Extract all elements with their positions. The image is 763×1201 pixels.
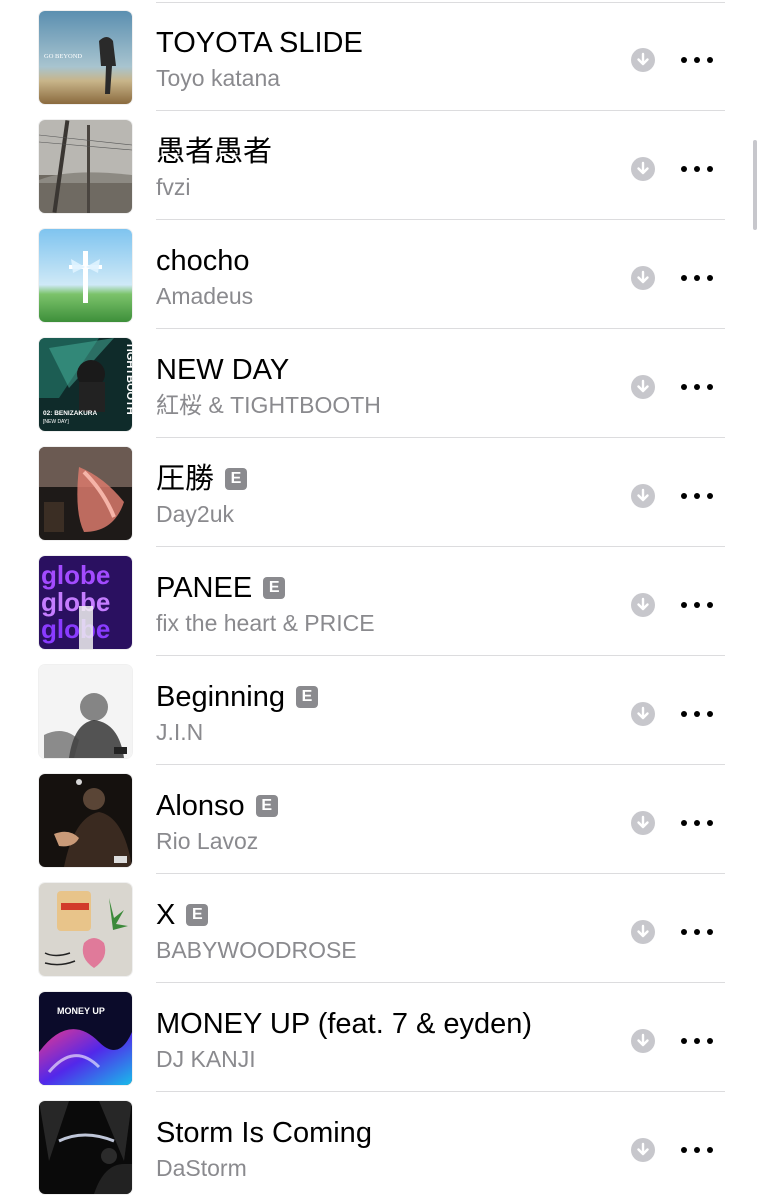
ellipsis-icon[interactable]: [678, 593, 716, 617]
svg-text:[NEW DAY]: [NEW DAY]: [43, 419, 69, 425]
album-artwork: [39, 229, 132, 322]
album-artwork: [39, 447, 132, 540]
download-arrow-circle-icon[interactable]: [631, 1029, 655, 1053]
album-artwork: globe globe globe: [39, 556, 132, 649]
track-row-beginning[interactable]: Beginning E J.I.N: [0, 656, 763, 765]
track-artist: J.I.N: [156, 719, 204, 745]
explicit-badge: E: [263, 577, 286, 599]
svg-text:TIGHTBOOTH: TIGHTBOOTH: [124, 342, 132, 415]
track-title: Alonso: [156, 790, 245, 822]
ellipsis-icon[interactable]: [678, 266, 716, 290]
track-title: TOYOTA SLIDE: [156, 27, 363, 59]
download-arrow-circle-icon[interactable]: [631, 375, 655, 399]
ellipsis-icon[interactable]: [678, 920, 716, 944]
track-artist: 紅桜 & TIGHTBOOTH: [156, 392, 381, 418]
track-title: Beginning: [156, 681, 285, 713]
ellipsis-icon[interactable]: [678, 702, 716, 726]
track-list: GO BEYOND TOYOTA SLIDE Toyo katana 愚者愚者 …: [0, 0, 763, 1200]
download-arrow-circle-icon[interactable]: [631, 920, 655, 944]
track-title: X: [156, 899, 176, 931]
ellipsis-icon[interactable]: [678, 1029, 716, 1053]
svg-text:globe: globe: [41, 587, 110, 617]
download-arrow-circle-icon[interactable]: [631, 48, 655, 72]
track-artist: Toyo katana: [156, 65, 281, 91]
track-title: chocho: [156, 245, 250, 277]
album-artwork: [39, 120, 132, 213]
album-artwork: TIGHTBOOTH 02: BENIZAKURA [NEW DAY]: [39, 338, 132, 431]
ellipsis-icon[interactable]: [678, 48, 716, 72]
track-artist: DJ KANJI: [156, 1046, 256, 1072]
track-artist: fvzi: [156, 174, 191, 200]
download-arrow-circle-icon[interactable]: [631, 157, 655, 181]
svg-text:MONEY UP: MONEY UP: [57, 1006, 105, 1016]
track-row-toyota-slide[interactable]: GO BEYOND TOYOTA SLIDE Toyo katana: [0, 2, 763, 111]
explicit-badge: E: [225, 468, 248, 490]
track-title: MONEY UP (feat. 7 & eyden): [156, 1008, 533, 1040]
track-artist: Day2uk: [156, 501, 234, 527]
svg-text:GO BEYOND: GO BEYOND: [44, 53, 82, 60]
svg-text:globe: globe: [41, 560, 110, 590]
track-row-alonso[interactable]: Alonso E Rio Lavoz: [0, 765, 763, 874]
track-title: PANEE: [156, 572, 253, 604]
svg-text:globe: globe: [41, 614, 110, 644]
download-arrow-circle-icon[interactable]: [631, 593, 655, 617]
explicit-badge: E: [255, 795, 278, 817]
scroll-indicator[interactable]: [753, 140, 757, 230]
track-row-gusha-gusha[interactable]: 愚者愚者 fvzi: [0, 111, 763, 220]
download-arrow-circle-icon[interactable]: [631, 1138, 655, 1162]
album-artwork: [39, 774, 132, 867]
track-artist: BABYWOODROSE: [156, 937, 357, 963]
track-row-money-up[interactable]: MONEY UP MONEY UP (feat. 7 & eyden) DJ K…: [0, 983, 763, 1092]
ellipsis-icon[interactable]: [678, 1138, 716, 1162]
album-artwork: MONEY UP: [39, 992, 132, 1085]
track-title: 圧勝: [156, 463, 215, 495]
track-title: Storm Is Coming: [156, 1117, 372, 1149]
track-row-x[interactable]: X E BABYWOODROSE: [0, 874, 763, 983]
ellipsis-icon[interactable]: [678, 484, 716, 508]
track-row-assho[interactable]: 圧勝 E Day2uk: [0, 438, 763, 547]
track-artist: Amadeus: [156, 283, 254, 309]
track-title: 愚者愚者: [156, 136, 273, 168]
track-artist: DaStorm: [156, 1155, 247, 1181]
download-arrow-circle-icon[interactable]: [631, 811, 655, 835]
explicit-badge: E: [296, 686, 318, 708]
track-artist: fix the heart & PRICE: [156, 610, 375, 636]
album-artwork: [39, 1101, 132, 1194]
track-row-new-day[interactable]: TIGHTBOOTH 02: BENIZAKURA [NEW DAY] NEW …: [0, 329, 763, 438]
track-row-storm-is-coming[interactable]: Storm Is Coming DaStorm: [0, 1092, 763, 1201]
track-title: NEW DAY: [156, 354, 290, 386]
album-artwork: [39, 883, 132, 976]
svg-text:02: BENIZAKURA: 02: BENIZAKURA: [43, 410, 97, 417]
explicit-badge: E: [186, 904, 209, 926]
ellipsis-icon[interactable]: [678, 157, 716, 181]
album-artwork: [39, 665, 132, 758]
ellipsis-icon[interactable]: [678, 375, 716, 399]
track-row-chocho[interactable]: chocho Amadeus: [0, 220, 763, 329]
download-arrow-circle-icon[interactable]: [631, 484, 655, 508]
track-artist: Rio Lavoz: [156, 828, 259, 854]
download-arrow-circle-icon[interactable]: [631, 702, 655, 726]
album-artwork: GO BEYOND: [39, 11, 132, 104]
download-arrow-circle-icon[interactable]: [631, 266, 655, 290]
ellipsis-icon[interactable]: [678, 811, 716, 835]
track-row-panee[interactable]: globe globe globe PANEE E fix the heart …: [0, 547, 763, 656]
